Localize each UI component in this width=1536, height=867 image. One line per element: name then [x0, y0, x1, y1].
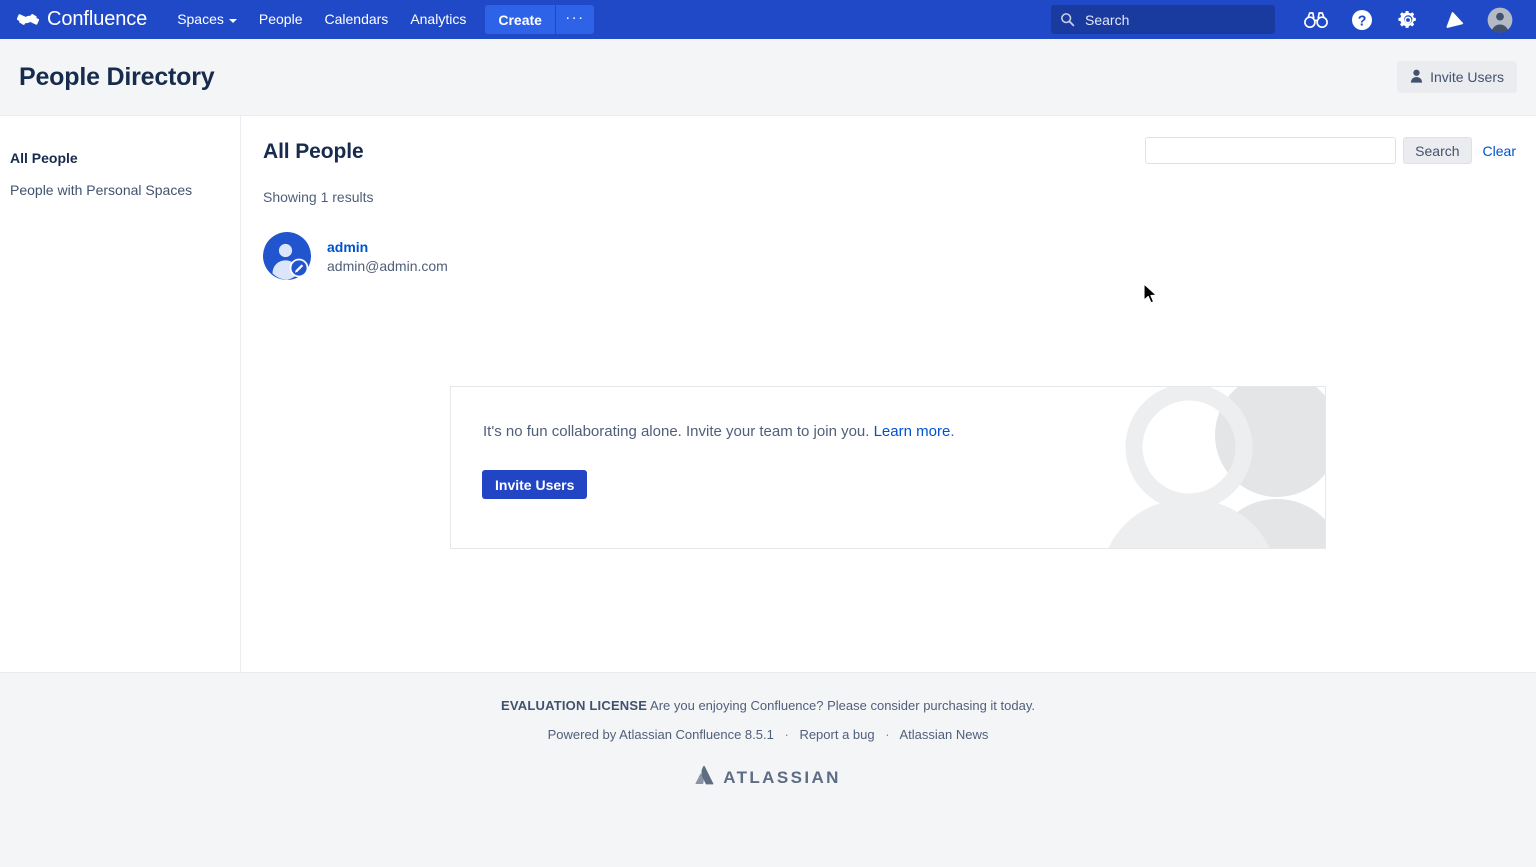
- nav-item-people-label: People: [258, 11, 303, 27]
- brand-title: Confluence: [47, 8, 148, 30]
- footer-links: Powered by Atlassian Confluence 8.5.1 · …: [0, 727, 1536, 742]
- evaluation-license-text: Are you enjoying Confluence? Please cons…: [647, 698, 1035, 713]
- confluence-logo-icon: [17, 9, 39, 31]
- person-meta: admin admin@admin.com: [327, 239, 448, 274]
- chevron-down-icon: [228, 18, 237, 23]
- notifications-bell-icon[interactable]: [1431, 0, 1477, 39]
- sidebar-item-people-with-personal-spaces[interactable]: People with Personal Spaces: [0, 174, 240, 206]
- list-item[interactable]: admin admin@admin.com: [263, 232, 448, 280]
- evaluation-license-label: EVALUATION LICENSE: [501, 698, 648, 713]
- search-icon: [1060, 12, 1075, 27]
- svg-text:?: ?: [1358, 13, 1367, 29]
- invite-users-card-button[interactable]: Invite Users: [482, 470, 588, 499]
- people-search-controls: Search Clear: [1145, 137, 1516, 164]
- atlassian-logo: ATLASSIAN: [695, 765, 841, 790]
- invite-card-message: It's no fun collaborating alone. Invite …: [483, 422, 954, 442]
- create-button-group: Create ···: [485, 5, 594, 34]
- page-title: People Directory: [19, 63, 215, 91]
- page-header: People Directory Invite Users: [0, 39, 1536, 116]
- learn-more-link[interactable]: Learn more: [874, 423, 951, 440]
- avatar: [263, 232, 311, 280]
- create-more-options-button[interactable]: ···: [555, 5, 594, 34]
- global-search-input[interactable]: [1083, 10, 1243, 29]
- nav-item-calendars[interactable]: Calendars: [313, 0, 399, 39]
- nav-right-controls: ?: [1051, 0, 1523, 39]
- binoculars-icon[interactable]: [1293, 0, 1339, 39]
- evaluation-license-notice: EVALUATION LICENSE Are you enjoying Conf…: [0, 698, 1536, 713]
- two-people-illustration-icon: [1085, 387, 1325, 548]
- atlassian-wordmark: ATLASSIAN: [723, 768, 841, 787]
- sidebar-item-all-people[interactable]: All People: [0, 142, 240, 174]
- user-avatar-icon[interactable]: [1477, 0, 1523, 39]
- main-content: All People Showing 1 results Search Clea…: [242, 116, 1536, 672]
- nav-item-analytics-label: Analytics: [410, 11, 467, 27]
- people-directory-sidebar: All People People with Personal Spaces: [0, 116, 241, 672]
- footer-separator-1: ·: [784, 727, 789, 742]
- invite-users-header-button[interactable]: Invite Users: [1397, 61, 1517, 93]
- invite-card-message-after: .: [950, 423, 955, 440]
- sidebar-item-people-with-personal-spaces-label: People with Personal Spaces: [10, 182, 193, 198]
- people-search-input[interactable]: [1145, 137, 1397, 164]
- results-count: Showing 1 results: [263, 189, 374, 205]
- people-search-button[interactable]: Search: [1403, 137, 1472, 164]
- settings-gear-icon[interactable]: [1385, 0, 1431, 39]
- help-icon[interactable]: ?: [1339, 0, 1385, 39]
- atlassian-news-link[interactable]: Atlassian News: [899, 727, 988, 742]
- sidebar-item-all-people-label: All People: [10, 150, 78, 166]
- atlassian-mark-icon: [695, 765, 714, 790]
- people-search-clear-link[interactable]: Clear: [1483, 143, 1516, 159]
- nav-item-spaces[interactable]: Spaces: [166, 0, 248, 39]
- nav-item-people[interactable]: People: [248, 0, 314, 39]
- content-title: All People: [263, 140, 364, 163]
- person-email: admin@admin.com: [327, 257, 448, 274]
- person-name-link[interactable]: admin: [327, 239, 448, 255]
- confluence-home-link[interactable]: Confluence: [17, 8, 147, 31]
- person-add-icon: [1410, 69, 1423, 86]
- create-button[interactable]: Create: [485, 5, 555, 34]
- nav-item-calendars-label: Calendars: [324, 11, 389, 27]
- nav-item-spaces-label: Spaces: [177, 11, 224, 27]
- primary-nav-links: Spaces People Calendars Analytics: [166, 0, 477, 39]
- invite-users-header-label: Invite Users: [1430, 69, 1504, 85]
- invite-team-card: It's no fun collaborating alone. Invite …: [450, 386, 1326, 549]
- global-search-box[interactable]: [1051, 5, 1275, 34]
- page-footer: EVALUATION LICENSE Are you enjoying Conf…: [0, 672, 1536, 867]
- invite-card-message-before: It's no fun collaborating alone. Invite …: [483, 423, 874, 440]
- nav-item-analytics[interactable]: Analytics: [399, 0, 477, 39]
- footer-separator-2: ·: [885, 727, 890, 742]
- powered-by-text: Powered by Atlassian Confluence 8.5.1: [547, 727, 774, 742]
- top-navigation-bar: Confluence Spaces People Calendars Analy…: [0, 0, 1536, 39]
- report-a-bug-link[interactable]: Report a bug: [799, 727, 874, 742]
